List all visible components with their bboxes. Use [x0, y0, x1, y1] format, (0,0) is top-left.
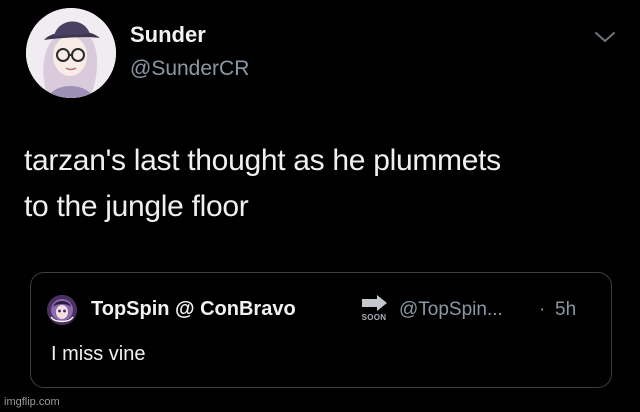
quoted-tweet-text: I miss vine [51, 343, 146, 365]
author-handle[interactable]: @SunderCR [130, 57, 249, 81]
soon-badge: SOON [356, 294, 392, 324]
author-display-name[interactable]: Sunder [130, 22, 206, 48]
anime-avatar-icon [47, 295, 77, 325]
arrow-right-icon [362, 295, 387, 311]
illustrated-avatar-icon [26, 8, 116, 98]
quoted-handle[interactable]: @TopSpin... [399, 299, 503, 321]
watermark: imgflip.com [4, 396, 60, 408]
quoted-author-avatar[interactable] [47, 295, 77, 325]
quoted-separator: · [539, 299, 546, 320]
tweet-menu-button[interactable] [594, 30, 616, 44]
chevron-down-icon [595, 32, 615, 42]
soon-badge-label: SOON [361, 313, 387, 322]
tweet-text-line-1: tarzan's last thought as he plummets [24, 144, 501, 177]
quoted-timestamp[interactable]: 5h [555, 299, 576, 321]
tweet-text-line-2: to the jungle floor [24, 190, 249, 223]
tweet-text: tarzan's last thought as he plummets to … [24, 138, 614, 230]
quoted-tweet[interactable]: TopSpin @ ConBravo SOON @TopSpin... · 5h… [30, 272, 612, 388]
author-avatar[interactable] [26, 8, 116, 98]
quoted-display-name[interactable]: TopSpin @ ConBravo [91, 298, 296, 321]
